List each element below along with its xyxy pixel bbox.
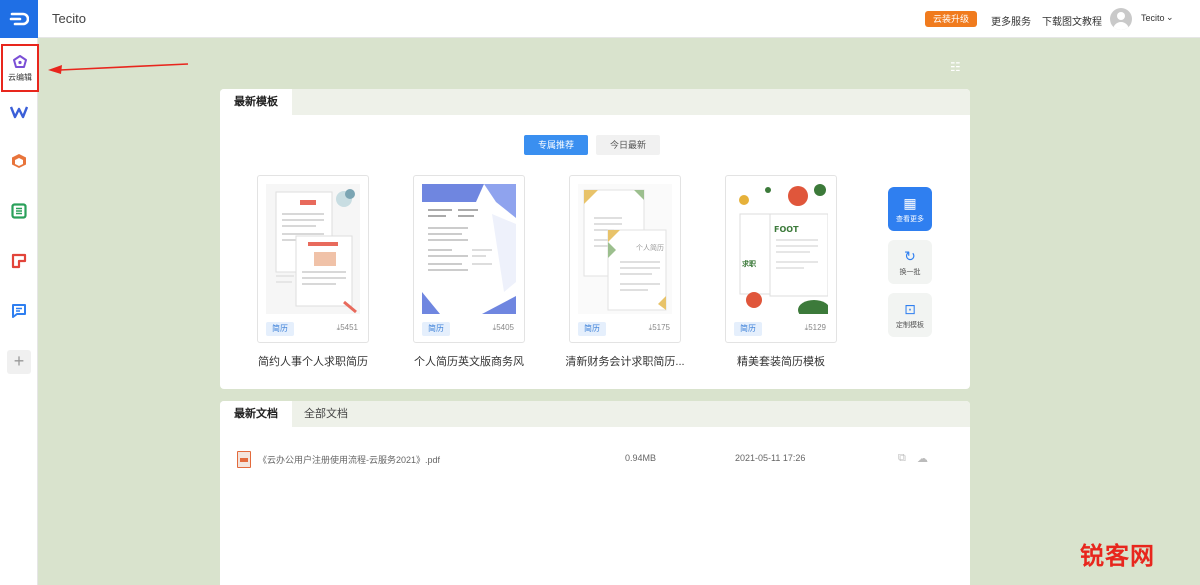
logo-icon <box>9 12 29 26</box>
sidebar-item-sheet[interactable] <box>0 192 38 230</box>
template-tag: 简历 <box>578 322 606 336</box>
chevron-down-icon[interactable]: ⌄ <box>1166 12 1174 23</box>
recommend-toggle[interactable]: 专属推荐 <box>524 135 589 155</box>
svg-text:个人简历: 个人简历 <box>636 243 664 252</box>
view-more-label: 查看更多 <box>896 215 924 223</box>
template-card[interactable]: 简历 ⤓5405 <box>413 175 525 343</box>
template-thumbnail <box>266 184 360 314</box>
custom-template-icon: ⊡ <box>904 300 916 317</box>
download-count: ⤓5405 <box>493 323 514 333</box>
template-thumbnail <box>422 184 516 314</box>
sidebar-item-label: 云编辑 <box>8 72 32 82</box>
document-name[interactable]: 《云办公用户注册使用流程-云服务2021》.pdf <box>258 453 440 466</box>
watermark: 锐客网 <box>1080 543 1155 570</box>
app-title: Tecito <box>52 11 86 26</box>
download-count: ⤓5451 <box>337 323 358 333</box>
template-title[interactable]: 精美套装简历模板 <box>711 353 851 369</box>
template-panel: 最新模板 专属推荐 今日最新 简历 ⤓5451 简约人事个人求职简历 简历 ⤓5… <box>220 89 970 389</box>
download-count-value: 5405 <box>496 323 514 332</box>
cube-icon <box>12 154 26 168</box>
template-tabs: 最新模板 <box>220 89 970 115</box>
refresh-label: 换一批 <box>899 268 921 276</box>
chat-icon <box>12 304 26 318</box>
download-count-value: 5451 <box>340 323 358 332</box>
document-size: 0.94MB <box>625 453 657 463</box>
refresh-icon: ↻ <box>904 247 916 264</box>
download-count-value: 5129 <box>808 323 826 332</box>
list-grid-icon: ▦ <box>903 194 917 211</box>
template-card[interactable]: 简历 ⤓5451 <box>257 175 369 343</box>
documents-panel: 最新文档 全部文档 《云办公用户注册使用流程-云服务2021》.pdf 0.94… <box>220 401 970 585</box>
document-tabs: 最新文档 全部文档 <box>220 401 970 427</box>
upgrade-button[interactable]: 云装升级 <box>925 11 978 27</box>
wps-writer-icon <box>10 106 28 119</box>
annotation-arrow-icon <box>48 63 189 74</box>
sidebar-item-slides[interactable] <box>0 242 38 280</box>
template-card[interactable]: 个人简历 简历 ⤓5175 <box>569 175 681 343</box>
layout-toggle-icon[interactable]: ☷ <box>950 60 961 74</box>
sidebar-item-cube[interactable] <box>0 142 38 180</box>
sidebar-item-chat[interactable] <box>0 292 38 330</box>
cloud-upload-icon[interactable]: ☁ <box>917 452 928 465</box>
document-date: 2021-05-11 17:26 <box>735 453 806 463</box>
sidebar-item-cloud-edit[interactable]: 云编辑 <box>1 44 39 92</box>
template-thumbnail: FOOT 求职 <box>734 184 828 314</box>
template-title[interactable]: 简约人事个人求职简历 <box>243 353 383 369</box>
view-more-button[interactable]: ▦ 查看更多 <box>888 187 932 231</box>
slides-icon <box>11 253 27 269</box>
download-count-value: 5175 <box>652 323 670 332</box>
template-thumbnail: 个人简历 <box>578 184 672 314</box>
template-title[interactable]: 清新财务会计求职简历... <box>555 353 695 369</box>
template-title[interactable]: 个人简历英文版商务风 <box>399 353 539 369</box>
template-tag: 简历 <box>422 322 450 336</box>
custom-template-label: 定制模板 <box>896 321 924 329</box>
tab-recent-documents[interactable]: 最新文档 <box>220 401 292 427</box>
today-toggle[interactable]: 今日最新 <box>596 135 661 155</box>
pdf-file-icon <box>237 451 251 468</box>
download-count: ⤓5129 <box>805 323 826 333</box>
more-services-link[interactable]: 更多服务 <box>991 13 1031 28</box>
top-bar: Tecito 云装升级 更多服务 下载图文教程 Tecito ⌄ <box>0 0 1200 38</box>
sidebar-item-writer[interactable] <box>0 93 38 131</box>
svg-text:求职: 求职 <box>742 259 756 268</box>
tab-latest-templates[interactable]: 最新模板 <box>220 89 292 115</box>
refresh-button[interactable]: ↻ 换一批 <box>888 240 932 284</box>
template-card[interactable]: FOOT 求职 简历 ⤓5129 <box>725 175 837 343</box>
app-logo[interactable] <box>0 0 38 38</box>
template-tag: 简历 <box>266 322 294 336</box>
custom-template-button[interactable]: ⊡ 定制模板 <box>888 293 932 337</box>
download-count: ⤓5175 <box>649 323 670 333</box>
page-scrollbar[interactable] <box>1188 38 1200 585</box>
username[interactable]: Tecito <box>1141 13 1165 23</box>
sheet-icon <box>11 203 27 219</box>
avatar[interactable] <box>1110 8 1132 30</box>
tutorial-download-link[interactable]: 下载图文教程 <box>1042 13 1102 28</box>
svg-text:FOOT: FOOT <box>774 225 799 234</box>
cloud-edit-icon <box>13 54 27 68</box>
sidebar: 云编辑 + <box>0 38 39 585</box>
template-tag: 简历 <box>734 322 762 336</box>
document-row[interactable]: 《云办公用户注册使用流程-云服务2021》.pdf 0.94MB 2021-05… <box>220 447 970 471</box>
tab-all-documents[interactable]: 全部文档 <box>290 401 362 427</box>
add-app-button[interactable]: + <box>7 350 31 374</box>
share-icon[interactable]: ⧉ <box>898 452 906 465</box>
